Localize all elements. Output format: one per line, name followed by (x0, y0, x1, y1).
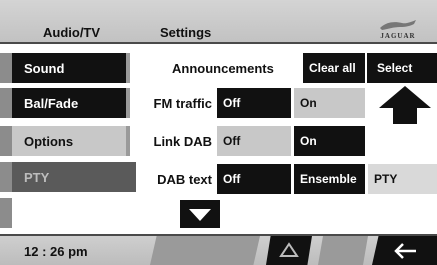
clear-all-button[interactable]: Clear all (303, 53, 365, 83)
fm-traffic-on-option[interactable]: On (294, 88, 365, 118)
sidebar-item-label: Bal/Fade (24, 95, 79, 111)
header-bar: Audio/TV Settings JAGUAR (0, 0, 437, 44)
dab-text-off-option[interactable]: Off (217, 164, 291, 194)
footer-slot-1[interactable] (150, 236, 260, 265)
link-dab-on-option[interactable]: On (294, 126, 365, 156)
back-button[interactable] (372, 236, 437, 265)
fm-traffic-label: FM traffic (153, 96, 213, 111)
scroll-down-button[interactable] (180, 200, 220, 228)
back-arrow-icon (394, 243, 416, 259)
eject-icon (279, 242, 299, 257)
scroll-up-button[interactable] (377, 84, 433, 126)
link-dab-label: Link DAB (153, 134, 213, 149)
sidebar-item-label: Sound (24, 60, 65, 76)
clock: 12 : 26 pm (24, 244, 88, 259)
tab-settings[interactable]: Settings (160, 25, 211, 40)
eject-button[interactable] (266, 236, 312, 265)
sidebar-item-pty[interactable]: PTY (0, 162, 136, 192)
down-arrow-icon (189, 209, 211, 221)
tab-audio-tv[interactable]: Audio/TV (43, 25, 100, 40)
sidebar-item-options[interactable]: Options (0, 126, 130, 156)
leaper-icon (380, 20, 416, 30)
dab-text-ensemble-option[interactable]: Ensemble (294, 164, 365, 194)
announcements-title: Announcements (172, 61, 274, 76)
brand-logo: JAGUAR (365, 6, 431, 40)
dab-text-pty-option[interactable]: PTY (368, 164, 437, 194)
up-arrow-icon (379, 86, 431, 124)
fm-traffic-off-option[interactable]: Off (217, 88, 291, 118)
dab-text-label: DAB text (157, 172, 212, 187)
select-button[interactable]: Select (367, 53, 437, 83)
sidebar-item-label: PTY (24, 169, 50, 185)
link-dab-off-option[interactable]: Off (217, 126, 291, 156)
sidebar-item-bal-fade[interactable]: Bal/Fade (0, 88, 130, 118)
footer-bar: 12 : 26 pm (0, 234, 437, 265)
footer-slot-2[interactable] (318, 236, 368, 265)
infotainment-screen: Audio/TV Settings JAGUAR Sound Bal/Fade … (0, 0, 437, 265)
sidebar-item-label: Options (24, 133, 74, 149)
brand-wordmark: JAGUAR (380, 32, 416, 40)
sidebar-edge (0, 198, 12, 228)
sidebar-item-sound[interactable]: Sound (0, 53, 130, 83)
